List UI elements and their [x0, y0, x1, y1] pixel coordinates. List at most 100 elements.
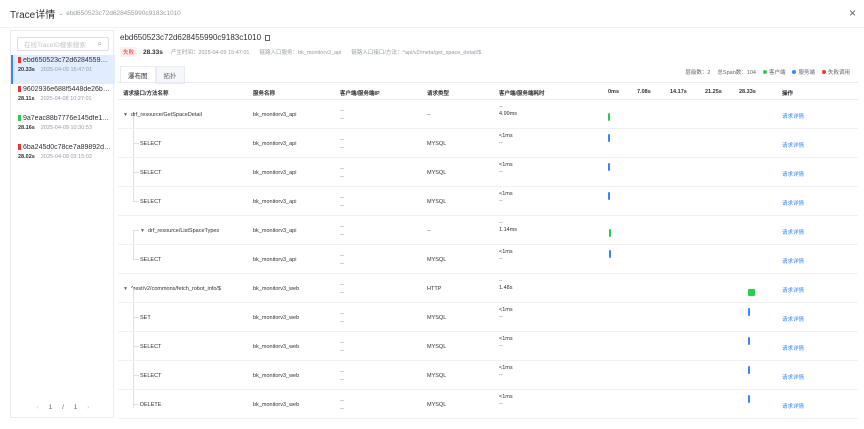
trace-list-item[interactable]: 9a7eac88b7776e145dfe1198... 28.16s 2025-0… [11, 113, 115, 142]
close-icon[interactable]: × [849, 6, 856, 20]
timeline-bar[interactable] [748, 366, 750, 374]
tree-branch [133, 201, 139, 202]
request-detail-link[interactable]: 请求详情 [782, 141, 804, 149]
tree-branch [133, 230, 139, 231]
col-ip-header: 客户端/服务端IP [340, 91, 380, 97]
table-row[interactable]: DELETE bk_monitorv3_web -- -- MYSQL <1ms -… [118, 390, 858, 419]
tree-branch [133, 259, 139, 260]
trace-title: ebd650523c72d628455990c9183c1010 [120, 33, 271, 42]
client-duration: <1ms [499, 162, 513, 168]
span-type: -- [427, 228, 431, 234]
entry-api: 链路入口接口/方法：^api/v2/meta/get_space_detail/… [351, 50, 482, 56]
timeline-bar[interactable] [748, 337, 750, 345]
server-duration: -- [499, 372, 503, 378]
server-duration: 1.48s [499, 285, 513, 291]
timeline-bar[interactable] [608, 134, 610, 142]
timeline-bar[interactable] [748, 308, 750, 316]
search-input[interactable]: 在线TraceID搜索搜索 ⌕ [17, 37, 109, 51]
timeline-bar[interactable] [609, 229, 611, 237]
trace-list-item[interactable]: ebd650523c72d628455990c... 20.33s 2025-04… [11, 55, 115, 84]
client-ip: -- [340, 369, 344, 375]
table-row[interactable]: SET bk_monitorv3_web -- -- MYSQL <1ms -- 请… [118, 303, 858, 332]
table-row[interactable]: SELECT bk_monitorv3_api -- -- MYSQL <1ms -… [118, 129, 858, 158]
trace-list-panel: 在线TraceID搜索搜索 ⌕ ebd650523c72d628455990c.… [10, 30, 115, 418]
timeline-bar[interactable] [748, 289, 755, 296]
span-ip: -- -- [340, 368, 344, 384]
legend-client-label: 客户端 [768, 70, 786, 76]
table-row[interactable]: ▼ ^rest/v2/commons/fetch_robot_info/$ bk_… [118, 274, 858, 303]
timeline-bar[interactable] [609, 250, 611, 258]
request-detail-link[interactable]: 请求详情 [782, 112, 804, 120]
dialog-header: Trace详情 - ebd650523c72d628455990c9183c10… [0, 0, 864, 28]
copy-icon[interactable] [265, 34, 271, 41]
timeline-bar[interactable] [608, 192, 610, 200]
span-name[interactable]: SELECT [140, 141, 161, 147]
timeline-bar[interactable] [748, 395, 750, 403]
collapse-caret-icon[interactable]: ▼ [123, 112, 128, 118]
table-row[interactable]: SELECT bk_monitorv3_api -- -- MYSQL <1ms -… [118, 158, 858, 187]
span-name[interactable]: SELECT [140, 373, 161, 379]
client-duration: <1ms [499, 365, 513, 371]
next-page-button[interactable]: › [87, 404, 89, 411]
span-name[interactable]: SET [140, 315, 151, 321]
span-name[interactable]: DELETE [140, 402, 161, 408]
span-name[interactable]: SELECT [140, 257, 161, 263]
span-name-text: ^rest/v2/commons/fetch_robot_info/$ [130, 286, 221, 292]
request-detail-link[interactable]: 请求详情 [782, 315, 804, 323]
span-ip: -- -- [340, 165, 344, 181]
timeline-tick-2: 14.17s [670, 89, 687, 95]
span-service: bk_monitorv3_api [253, 170, 297, 176]
request-detail-link[interactable]: 请求详情 [782, 257, 804, 265]
table-row[interactable]: SELECT bk_monitorv3_web -- -- MYSQL <1ms -… [118, 332, 858, 361]
trace-list-item[interactable]: 6ba245d0c78ce7a89892d63... 28.02s 2025-04… [11, 142, 115, 171]
span-name[interactable]: SELECT [140, 344, 161, 350]
span-duration: <1ms -- [499, 307, 513, 321]
request-detail-link[interactable]: 请求详情 [782, 402, 804, 410]
request-detail-link[interactable]: 请求详情 [782, 373, 804, 381]
client-ip: -- [340, 166, 344, 172]
server-ip: -- [340, 261, 344, 267]
span-service: bk_monitorv3_api [253, 112, 297, 118]
client-duration: <1ms [499, 133, 513, 139]
server-duration: -- [499, 314, 503, 320]
table-row[interactable]: ▼ drf_resource/ListSpaceTypes bk_monitorv… [118, 216, 858, 245]
fail-status-icon [18, 57, 21, 64]
request-detail-link[interactable]: 请求详情 [782, 286, 804, 294]
server-ip: -- [340, 174, 344, 180]
span-type: -- [427, 112, 431, 118]
request-detail-link[interactable]: 请求详情 [782, 228, 804, 236]
request-detail-link[interactable]: 请求详情 [782, 199, 804, 207]
span-name[interactable]: SELECT [140, 199, 161, 205]
table-header: 请求接口/方法名称 服务名称 客户端/服务端IP 请求类型 客户端/服务端耗时 … [118, 82, 858, 100]
request-detail-link[interactable]: 请求详情 [782, 170, 804, 178]
span-name[interactable]: ▼ drf_resource/ListSpaceTypes [140, 228, 219, 234]
collapse-caret-icon[interactable]: ▼ [140, 228, 145, 234]
table-row[interactable]: SELECT bk_monitorv3_api -- -- MYSQL <1ms -… [118, 245, 858, 274]
search-icon[interactable]: ⌕ [98, 39, 102, 49]
span-name[interactable]: ▼ drf_resource/GetSpaceDetail [123, 112, 202, 118]
span-service: bk_monitorv3_api [253, 199, 297, 205]
timeline-bar[interactable] [608, 113, 610, 121]
trace-list-item[interactable]: 9602936e688f5448de26b23... 28.11s 2025-04… [11, 84, 115, 113]
table-row[interactable]: SELECT bk_monitorv3_api -- -- MYSQL <1ms -… [118, 187, 858, 216]
span-name[interactable]: SELECT [140, 170, 161, 176]
table-row[interactable]: ▼ drf_resource/GetSpaceDetail bk_monitorv… [118, 100, 858, 129]
server-duration: -- [499, 198, 503, 204]
span-type: MYSQL [427, 199, 447, 205]
client-duration: <1ms [499, 307, 513, 313]
prev-page-button[interactable]: ‹ [37, 404, 39, 411]
tree-branch [133, 375, 139, 376]
request-detail-link[interactable]: 请求详情 [782, 344, 804, 352]
tree-branch [133, 143, 139, 144]
server-duration: -- [499, 343, 503, 349]
span-name[interactable]: ▼ ^rest/v2/commons/fetch_robot_info/$ [123, 286, 221, 292]
client-ip: -- [340, 311, 344, 317]
collapse-caret-icon[interactable]: ▼ [123, 286, 128, 292]
trace-item-id: 9a7eac88b7776e145dfe1198... [23, 115, 111, 122]
span-name-text: drf_resource/ListSpaceTypes [147, 228, 220, 234]
timeline-tick-1: 7.08s [637, 89, 651, 95]
table-row[interactable]: SELECT bk_monitorv3_web -- -- MYSQL <1ms -… [118, 361, 858, 390]
client-ip: -- [340, 253, 344, 259]
timeline-bar[interactable] [608, 163, 610, 171]
col-service-header: 服务名称 [253, 91, 276, 97]
